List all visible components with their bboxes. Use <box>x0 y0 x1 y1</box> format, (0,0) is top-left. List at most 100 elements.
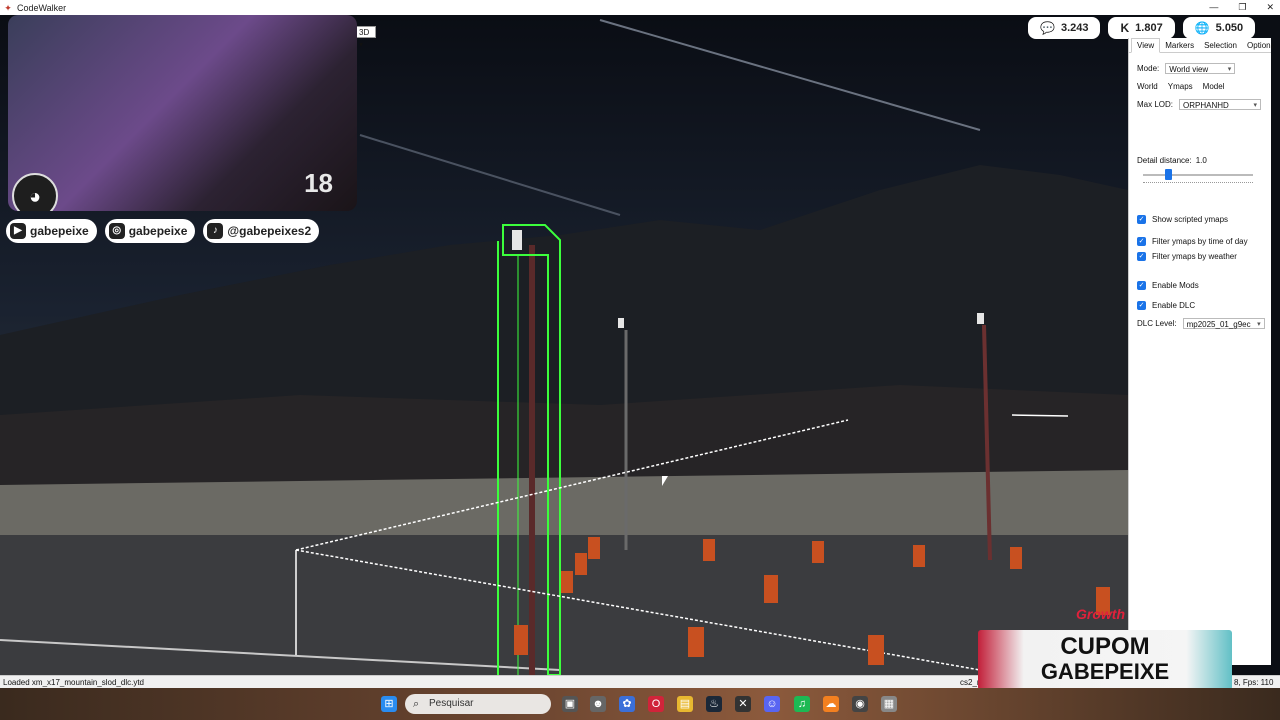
subtab-model[interactable]: Model <box>1203 82 1225 91</box>
dlc-level-row: DLC Level: mp2025_01_g9ec ▾ <box>1137 318 1265 329</box>
checkbox-show-scripted-ymaps[interactable]: ✓ Show scripted ymaps <box>1137 215 1228 224</box>
window-controls: — ❐ ✕ <box>1209 0 1274 15</box>
codewalker-taskbar-icon[interactable]: ▦ <box>881 696 897 712</box>
social-links: ▶ gabepeixe ◎ gabepeixe ♪ @gabepeixes2 <box>6 219 320 243</box>
stat-value: 3.243 <box>1060 22 1089 34</box>
windows-start-icon[interactable]: ⊞ <box>381 696 397 712</box>
checkbox-enable-dlc[interactable]: ✓ Enable DLC <box>1137 301 1195 310</box>
checkbox-icon[interactable]: ✓ <box>1137 281 1146 290</box>
road <box>0 535 1128 675</box>
social-instagram: ◎ gabepeixe <box>104 219 196 243</box>
file-explorer-icon[interactable]: ▤ <box>677 696 693 712</box>
maximize-button[interactable]: ❐ <box>1238 0 1246 15</box>
mode-select[interactable]: World view ▾ <box>1165 63 1236 74</box>
mode-label: Mode: <box>1137 64 1160 73</box>
task-view-icon[interactable]: ▣ <box>562 696 578 712</box>
checkbox-icon[interactable]: ✓ <box>1137 252 1146 261</box>
chevron-down-icon: ▾ <box>1227 66 1232 73</box>
tab-markers[interactable]: Markers <box>1160 39 1199 52</box>
globe-icon: 🌐 <box>1194 21 1210 35</box>
checkbox-label: Filter ymaps by time of day <box>1152 237 1248 246</box>
tab-options[interactable]: Options <box>1242 39 1280 52</box>
taskbar <box>0 688 1280 720</box>
checkbox-icon[interactable]: ✓ <box>1137 237 1146 246</box>
streamer-logo-icon: ◕ <box>12 173 58 211</box>
checkbox-label: Enable Mods <box>1152 281 1199 290</box>
kick-icon: K <box>1120 21 1130 35</box>
chevron-down-icon: ▾ <box>1253 102 1258 109</box>
mouse-cursor <box>662 476 668 486</box>
social-handle: @gabepeixes2 <box>227 224 312 238</box>
close-button[interactable]: ✕ <box>1266 0 1274 15</box>
title-bar: ✦ CodeWalker — ❐ ✕ <box>0 0 1280 15</box>
dlc-level-label: DLC Level: <box>1137 319 1177 328</box>
checkbox-label: Filter ymaps by weather <box>1152 252 1237 261</box>
stat-chat: 💬 3.243 <box>1028 17 1101 39</box>
subtabs: World Ymaps Model <box>1137 82 1224 91</box>
cloud-icon[interactable]: ☁ <box>823 696 839 712</box>
detail-distance-label: Detail distance: <box>1137 156 1192 165</box>
detail-distance-value: 1.0 <box>1195 156 1207 165</box>
coupon-title: CUPOM <box>1060 633 1150 660</box>
search-icon: ⌕ <box>413 698 420 710</box>
checkbox-enable-mods[interactable]: ✓ Enable Mods <box>1137 281 1199 290</box>
max-lod-row: Max LOD: ORPHANHD ▾ <box>1137 99 1262 110</box>
obs-icon[interactable]: ◉ <box>852 696 868 712</box>
tool-panel: View Markers Selection Options Mode: Wor… <box>1128 38 1275 665</box>
app-icon: ✦ <box>4 2 12 13</box>
dlc-level-select[interactable]: mp2025_01_g9ec ▾ <box>1182 318 1265 329</box>
stat-globe: 🌐 5.050 <box>1182 17 1256 39</box>
xbox-icon[interactable]: ✕ <box>735 696 751 712</box>
lamp-2 <box>618 318 624 328</box>
subtab-ymaps[interactable]: Ymaps <box>1168 82 1193 91</box>
stat-kick: K 1.807 <box>1108 17 1175 39</box>
spotify-icon[interactable]: ♫ <box>794 696 810 712</box>
bounds-line-4 <box>1011 414 1069 417</box>
opera-icon[interactable]: O <box>648 696 664 712</box>
search-placeholder: Pesquisar <box>429 698 474 709</box>
tab-view[interactable]: View <box>1131 38 1161 53</box>
max-lod-label: Max LOD: <box>1137 100 1174 109</box>
coupon-banner: CUPOM GABEPEIXE <box>978 630 1232 690</box>
copilot-icon[interactable]: ✿ <box>619 696 635 712</box>
social-youtube: ▶ gabepeixe <box>6 219 97 243</box>
window-title: CodeWalker <box>17 2 67 13</box>
chevron-down-icon: ▾ <box>1257 321 1261 328</box>
discord-icon[interactable]: ☺ <box>764 696 780 712</box>
coupon-code: GABEPEIXE <box>1040 659 1170 684</box>
view-mode-dropdown[interactable]: 3D ▾ <box>356 26 376 49</box>
checkbox-filter-time[interactable]: ✓ Filter ymaps by time of day <box>1137 237 1248 246</box>
checkbox-icon[interactable]: ✓ <box>1137 301 1146 310</box>
chat-icon: 💬 <box>1040 21 1055 35</box>
tab-selection[interactable]: Selection <box>1199 39 1242 52</box>
social-handle: gabepeixe <box>30 224 89 238</box>
tiktok-icon: ♪ <box>207 223 224 239</box>
stat-value: 1.807 <box>1135 22 1163 34</box>
taskbar-search[interactable]: ⌕ Pesquisar <box>405 694 551 714</box>
subtab-world[interactable]: World <box>1137 82 1158 91</box>
app-icon[interactable]: ☻ <box>590 696 606 712</box>
growth-logo: Growth <box>1076 606 1125 622</box>
stat-value: 5.050 <box>1215 22 1244 34</box>
minimize-button[interactable]: — <box>1209 0 1218 15</box>
social-handle: gabepeixe <box>128 224 188 238</box>
detail-distance-slider[interactable] <box>1143 169 1253 183</box>
lamp <box>512 230 522 250</box>
checkbox-label: Enable DLC <box>1152 301 1196 310</box>
mode-row: Mode: World view ▾ <box>1137 63 1236 74</box>
slider-ticks <box>1143 182 1253 186</box>
detail-distance-row: Detail distance: 1.0 <box>1137 156 1207 165</box>
slider-thumb[interactable] <box>1165 169 1172 180</box>
steam-icon[interactable]: ♨ <box>706 696 722 712</box>
checkbox-icon[interactable]: ✓ <box>1137 215 1146 224</box>
social-tiktok: ♪ @gabepeixes2 <box>203 219 320 243</box>
panel-tabs: View Markers Selection Options <box>1129 38 1275 53</box>
webcam-overlay: ◕ 18 <box>8 15 357 211</box>
max-lod-select[interactable]: ORPHANHD ▾ <box>1179 99 1262 110</box>
lamp-3 <box>977 313 984 324</box>
instagram-icon: ◎ <box>108 223 125 239</box>
checkbox-filter-weather[interactable]: ✓ Filter ymaps by weather <box>1137 252 1237 261</box>
age-rating-badge: 18 <box>304 168 333 198</box>
youtube-icon: ▶ <box>10 223 26 239</box>
checkbox-label: Show scripted ymaps <box>1152 215 1229 224</box>
